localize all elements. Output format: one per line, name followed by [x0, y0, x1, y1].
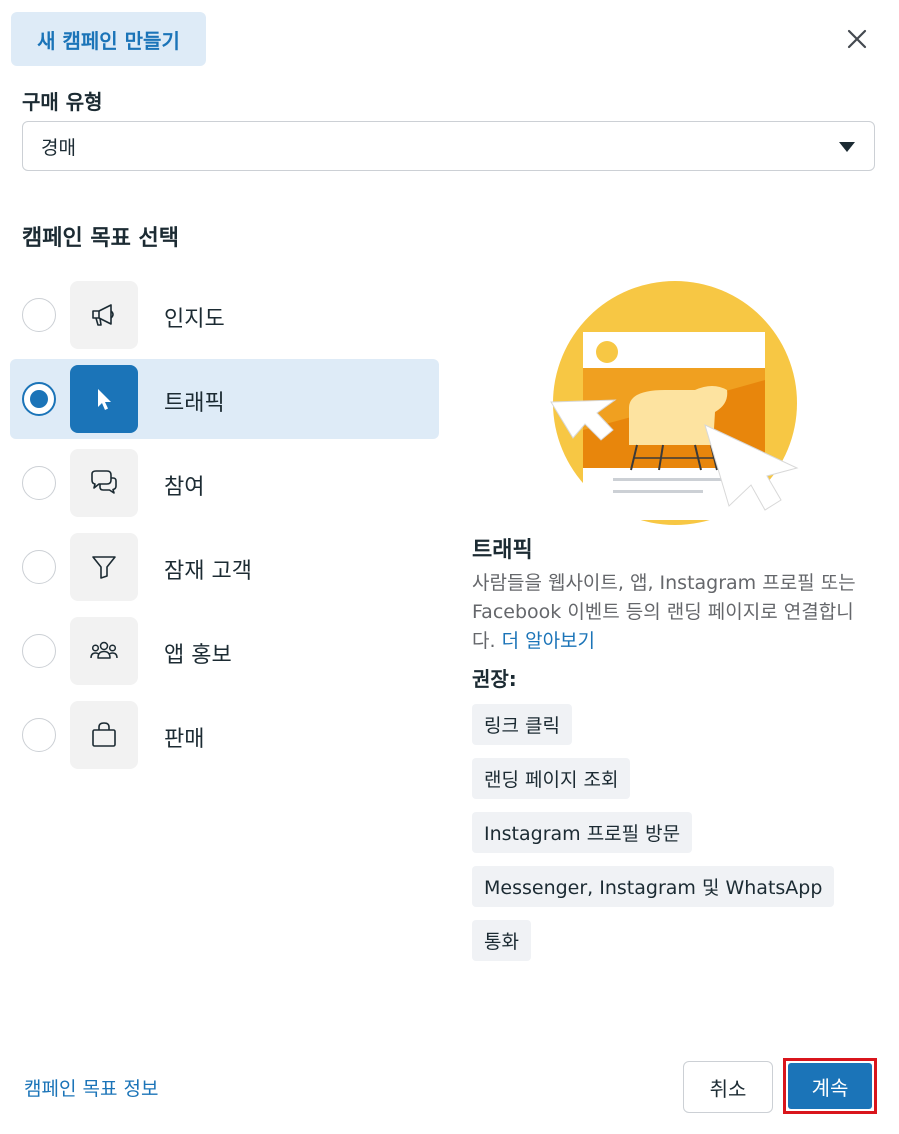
objective-radio[interactable]	[22, 634, 56, 668]
shopping-bag-icon	[92, 722, 116, 747]
cancel-button[interactable]: 취소	[683, 1061, 773, 1113]
objective-item-traffic[interactable]: 트래픽	[10, 359, 439, 439]
objective-item-sales[interactable]: 판매	[10, 695, 439, 775]
close-button[interactable]	[840, 22, 874, 56]
chat-bubbles-icon	[91, 470, 117, 494]
objective-label: 인지도	[164, 307, 225, 332]
dialog-title: 새 캠페인 만들기	[11, 12, 206, 66]
objective-item-awareness[interactable]: 인지도	[10, 275, 439, 355]
objective-info-link[interactable]: 캠페인 목표 정보	[24, 1074, 158, 1101]
objective-radio[interactable]	[22, 298, 56, 332]
objective-label: 트래픽	[164, 391, 225, 416]
recommended-chip: Instagram 프로필 방문	[472, 812, 693, 853]
objective-detail-title: 트래픽	[472, 538, 533, 563]
objective-icon-box	[70, 449, 138, 517]
buy-type-label: 구매 유형	[22, 90, 103, 114]
objective-description: 사람들을 웹사이트, 앱, Instagram 프로필 또는 Facebook …	[472, 569, 872, 656]
objective-radio-selected[interactable]	[22, 382, 56, 416]
recommended-chip: Messenger, Instagram 및 WhatsApp	[472, 866, 835, 907]
objective-icon-box	[70, 701, 138, 769]
funnel-icon	[92, 556, 116, 579]
traffic-illustration	[550, 281, 799, 525]
cursor-icon	[98, 389, 111, 410]
objective-icon-box	[70, 281, 138, 349]
recommended-chip: 통화	[472, 920, 531, 961]
caret-down-icon	[839, 142, 855, 152]
objective-icon-box	[70, 533, 138, 601]
recommended-chip: 링크 클릭	[472, 704, 572, 745]
objective-label: 앱 홍보	[164, 643, 232, 668]
objective-label: 판매	[164, 727, 205, 752]
objective-icon-box	[70, 365, 138, 433]
recommended-chip: 랜딩 페이지 조회	[472, 758, 631, 799]
people-icon	[90, 641, 118, 659]
continue-button-highlight: 계속	[783, 1058, 877, 1114]
objective-label: 잠재 고객	[164, 559, 252, 584]
learn-more-link[interactable]: 더 알아보기	[502, 630, 595, 652]
objective-icon-box	[70, 617, 138, 685]
create-campaign-dialog: 새 캠페인 만들기 구매 유형 경매 캠페인 목표 선택 인지도 트래픽 참여 …	[0, 0, 899, 1134]
objective-item-leads[interactable]: 잠재 고객	[10, 527, 439, 607]
close-icon	[847, 29, 867, 49]
objective-radio[interactable]	[22, 466, 56, 500]
continue-button[interactable]: 계속	[788, 1063, 872, 1109]
objective-item-engagement[interactable]: 참여	[10, 443, 439, 523]
objective-label: 참여	[164, 475, 205, 500]
objective-radio[interactable]	[22, 718, 56, 752]
objective-section-title: 캠페인 목표 선택	[22, 226, 179, 251]
recommended-label: 권장:	[472, 667, 517, 691]
buy-type-select[interactable]: 경매	[22, 121, 875, 171]
objective-item-app-promotion[interactable]: 앱 홍보	[10, 611, 439, 691]
buy-type-value: 경매	[41, 136, 76, 159]
objective-radio[interactable]	[22, 550, 56, 584]
megaphone-icon	[92, 304, 114, 326]
